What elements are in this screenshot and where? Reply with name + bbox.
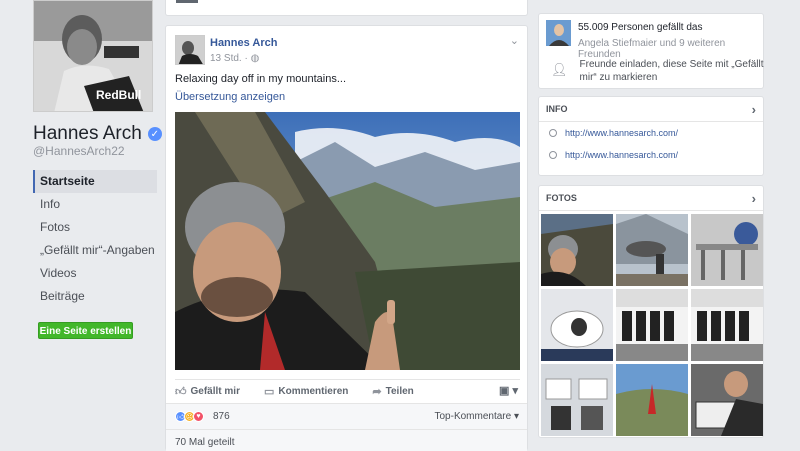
globe-icon: [549, 151, 557, 159]
photo-grid: [541, 214, 763, 436]
comment-icon: ▭: [263, 386, 275, 398]
photo-thumbnail[interactable]: [541, 289, 613, 361]
chevron-right-icon: ›: [751, 102, 756, 117]
page-title: Hannes Arch ✓: [33, 123, 162, 145]
previous-post-avatar: [176, 0, 198, 3]
photo-thumbnail[interactable]: [691, 214, 763, 286]
photo-thumbnail[interactable]: [541, 364, 613, 436]
photo-thumbnail[interactable]: [616, 289, 688, 361]
post-timestamp[interactable]: 13 Std. · ◍: [210, 53, 259, 64]
svg-text:RedBull: RedBull: [96, 88, 141, 102]
photos-header-label: FOTOS: [546, 193, 577, 203]
nav-item-info[interactable]: Info: [33, 193, 157, 216]
info-header[interactable]: INFO ›: [539, 97, 763, 122]
add-friend-icon: 👤︎: [551, 62, 568, 77]
chevron-right-icon: ›: [751, 191, 756, 206]
photo-thumbnail[interactable]: [616, 364, 688, 436]
create-page-button[interactable]: Eine Seite erstellen: [38, 322, 133, 339]
verified-check-icon: ✓: [147, 127, 162, 141]
photo-thumbnail[interactable]: [616, 214, 688, 286]
photos-header[interactable]: FOTOS ›: [539, 186, 763, 211]
page-avatar-icon: ▣: [499, 385, 510, 397]
invite-friends-row[interactable]: 👤︎ Freunde einladen, diese Seite mit „Ge…: [551, 58, 765, 84]
nav-item-videos[interactable]: Videos: [33, 262, 157, 285]
reactions-bar: 👍︎ ☹ ♥ 876 Top-Kommentare ▾: [166, 403, 527, 429]
top-comments-dropdown[interactable]: Top-Kommentare ▾: [435, 411, 520, 422]
chevron-down-icon: ▾: [512, 385, 518, 397]
post-text: Relaxing day off in my mountains...: [175, 73, 346, 85]
info-row-website-2[interactable]: http://www.hannesarch.com/: [539, 144, 763, 166]
nav-item-likes[interactable]: „Gefällt mir“-Angaben: [33, 239, 157, 262]
post-time[interactable]: 13 Std. ·: [210, 53, 248, 64]
likes-count[interactable]: 55.009 Personen gefällt das: [578, 22, 763, 33]
post-as-selector[interactable]: ▣ ▾: [499, 384, 518, 397]
nav-item-beitraege[interactable]: Beiträge: [33, 285, 157, 308]
previous-post-card: [165, 0, 528, 16]
friend-avatar[interactable]: [546, 20, 571, 46]
thumbs-up-icon: 👍︎: [175, 386, 187, 398]
info-row-website[interactable]: http://www.hannesarch.com/: [539, 122, 763, 144]
share-button[interactable]: ➦ Teilen: [372, 385, 413, 398]
love-reaction-icon: ♥: [193, 411, 204, 422]
info-card: INFO › http://www.hannesarch.com/ http:/…: [538, 96, 764, 176]
post-author-name[interactable]: Hannes Arch: [210, 37, 277, 49]
post-card: Hannes Arch 13 Std. · ◍ ⌄ Relaxing day o…: [165, 25, 528, 451]
comment-button[interactable]: ▭ Kommentieren: [264, 385, 348, 398]
reaction-count[interactable]: 876: [213, 411, 230, 422]
likes-card: 55.009 Personen gefällt das Angela Stief…: [538, 13, 764, 89]
reaction-icons[interactable]: 👍︎ ☹ ♥: [175, 411, 204, 422]
share-count[interactable]: 70 Mal geteilt: [166, 429, 527, 451]
post-actions: 👍︎ Gefällt mir ▭ Kommentieren ➦ Teilen ▣…: [175, 379, 520, 403]
share-arrow-icon: ➦: [372, 386, 382, 398]
translate-link[interactable]: Übersetzung anzeigen: [175, 91, 285, 103]
post-photo[interactable]: [175, 112, 520, 370]
page-handle: @HannesArch22: [33, 144, 125, 158]
comment-label: Kommentieren: [278, 386, 349, 397]
profile-picture[interactable]: RedBull: [33, 0, 153, 112]
like-button[interactable]: 👍︎ Gefällt mir: [175, 385, 240, 398]
photo-thumbnail[interactable]: [541, 214, 613, 286]
like-label: Gefällt mir: [190, 386, 240, 397]
likes-friends[interactable]: Angela Stiefmaier und 9 weiteren Freunde…: [578, 38, 763, 60]
website-link[interactable]: http://www.hannesarch.com/: [565, 128, 678, 138]
globe-icon: ◍: [250, 53, 260, 64]
nav-item-fotos[interactable]: Fotos: [33, 216, 157, 239]
photos-card: FOTOS ›: [538, 185, 764, 438]
nav-item-startseite[interactable]: Startseite: [33, 170, 157, 193]
invite-friends-text[interactable]: Freunde einladen, diese Seite mit „Gefäl…: [580, 58, 765, 84]
post-author-avatar[interactable]: [175, 35, 205, 65]
page-nav: Startseite Info Fotos „Gefällt mir“-Anga…: [33, 170, 157, 308]
info-header-label: INFO: [546, 104, 568, 114]
page-name-text: Hannes Arch: [33, 123, 142, 144]
post-options-chevron-icon[interactable]: ⌄: [510, 34, 519, 47]
share-label: Teilen: [385, 386, 414, 397]
photo-thumbnail[interactable]: [691, 364, 763, 436]
website-link-2[interactable]: http://www.hannesarch.com/: [565, 150, 678, 160]
link-icon: [549, 129, 557, 137]
photo-thumbnail[interactable]: [691, 289, 763, 361]
